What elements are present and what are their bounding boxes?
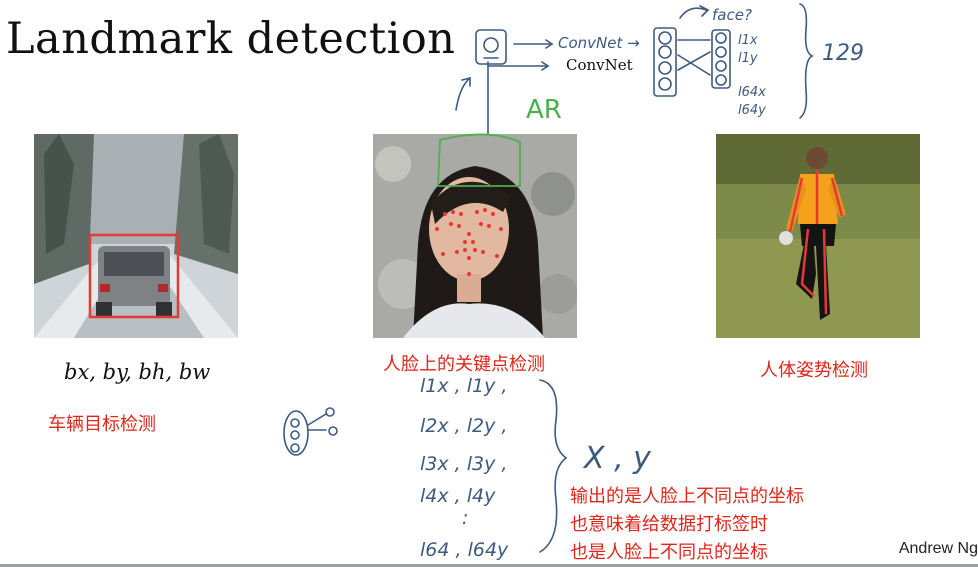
face-question-text: face? xyxy=(712,6,752,24)
author-label: Andrew Ng xyxy=(898,540,978,557)
output-l64x: l64x xyxy=(738,85,766,100)
handwriting-layer: ConvNet → face? 129 l1x l1y l64x l64y l1… xyxy=(283,3,864,561)
landmark-list-item: l64 , l64y xyxy=(420,539,509,561)
output-l1y: l1y xyxy=(738,51,758,66)
output-l1x: l1x xyxy=(738,33,758,48)
count-129-text: 129 xyxy=(822,41,864,66)
convnet-scrawl: ConvNet → xyxy=(558,34,640,52)
landmark-list-item: l1x , l1y , xyxy=(420,375,507,397)
xy-text: X , y xyxy=(582,441,652,476)
landmark-list-item: l4x , l4y xyxy=(420,485,496,507)
face-crown-sketch xyxy=(437,133,521,187)
output-l64y: l64y xyxy=(738,103,766,118)
landmark-list-item: l2x , l2y , xyxy=(420,415,507,437)
landmark-list-item: l3x , l3y , xyxy=(420,453,507,475)
ar-text: AR xyxy=(526,95,562,125)
landmark-list-item: : xyxy=(462,507,468,529)
